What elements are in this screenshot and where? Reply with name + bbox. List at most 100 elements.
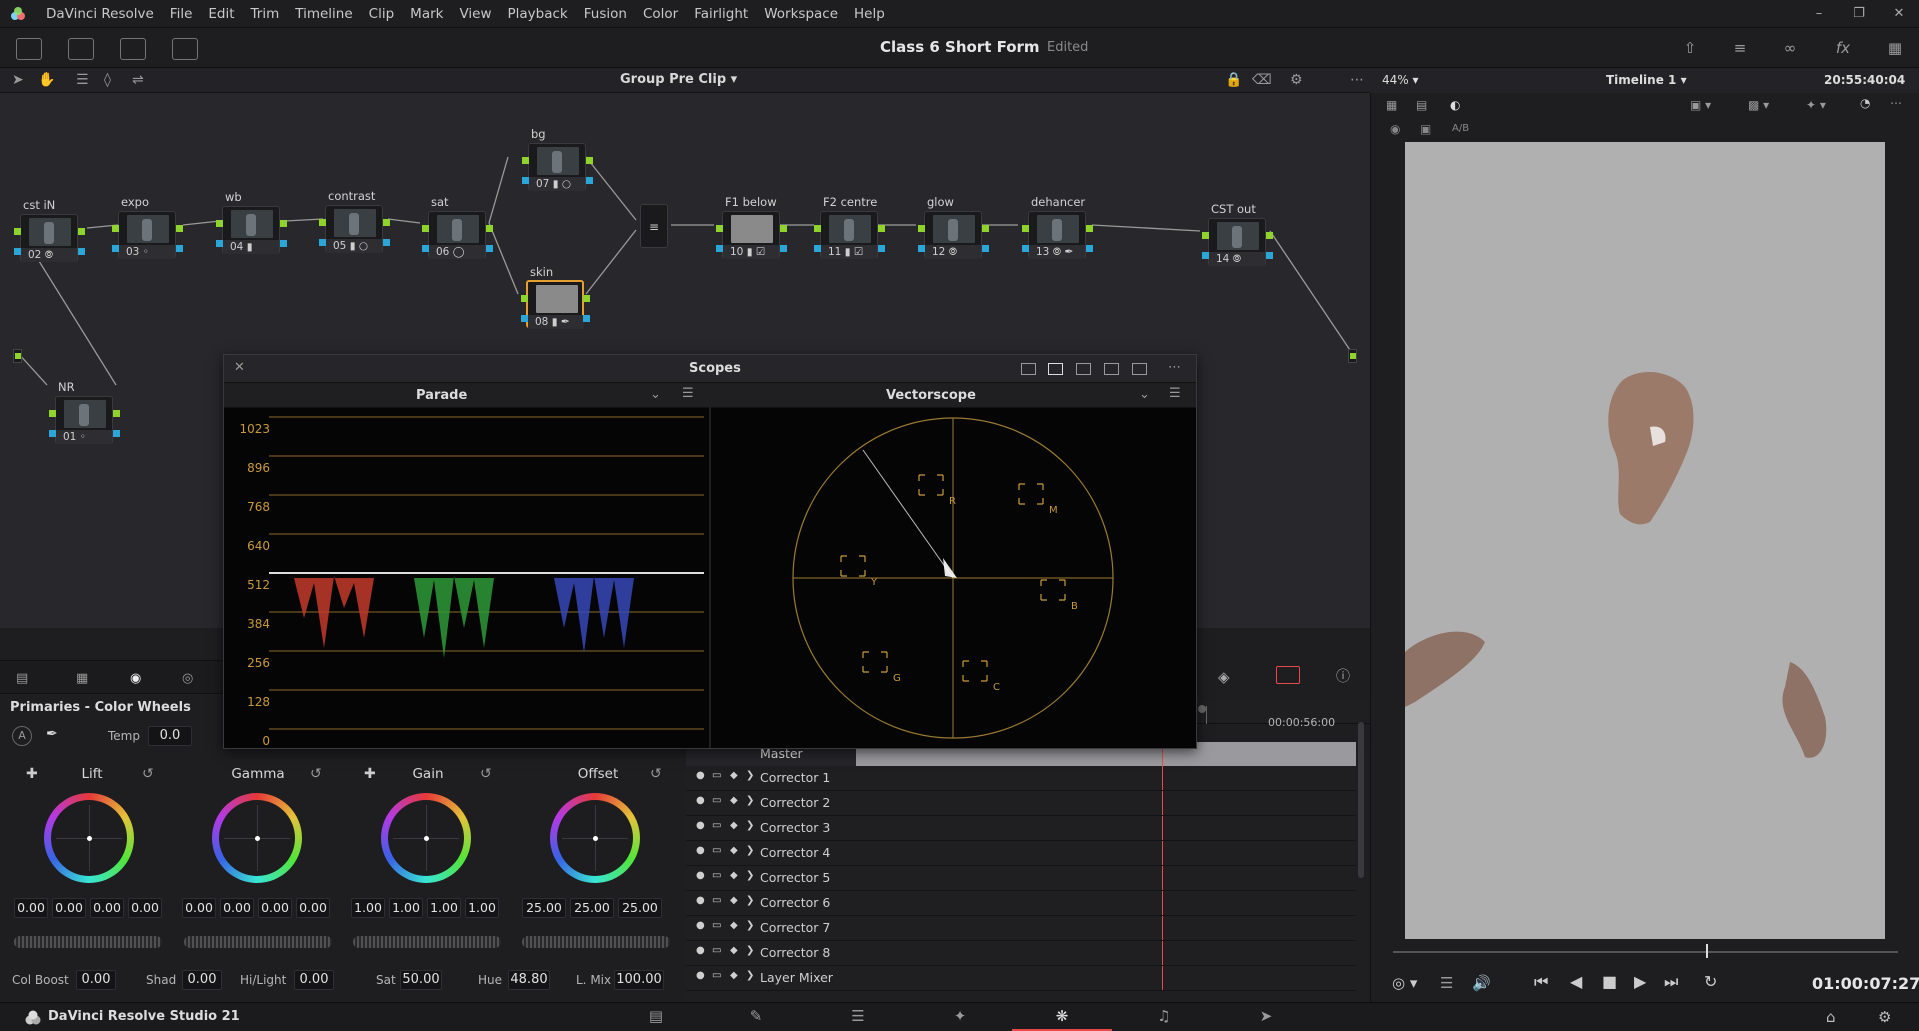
menu-trim[interactable]: Trim: [243, 6, 288, 22]
corrector-row[interactable]: ● ▭ ◆ ❯ Corrector 3: [686, 816, 1356, 841]
gamma-master-wheel[interactable]: [184, 936, 332, 948]
viewer-image[interactable]: [1405, 142, 1885, 939]
shad-field[interactable]: 0.00: [182, 970, 222, 990]
edit-page-icon[interactable]: ☰: [808, 1002, 908, 1031]
menu-app[interactable]: DaVinci Resolve: [38, 6, 162, 22]
node-glow[interactable]: glow 12 ⦾: [918, 195, 989, 259]
gain-picker-icon[interactable]: ✚: [364, 766, 376, 782]
gamma-wheel[interactable]: [212, 793, 302, 883]
menu-playback[interactable]: Playback: [500, 6, 576, 22]
gain-reset-icon[interactable]: ↺: [480, 766, 492, 782]
node-cst-in[interactable]: cst iN 02 ⦾: [14, 198, 85, 262]
corrector-row[interactable]: ● ▭ ◆ ❯ Corrector 6: [686, 891, 1356, 916]
mixer-icon[interactable]: ≡: [1730, 38, 1750, 58]
source-input[interactable]: [13, 349, 22, 363]
corrector-row[interactable]: ● ▭ ◆ ❯ Corrector 1: [686, 766, 1356, 791]
lift-g[interactable]: 0.00: [90, 898, 124, 918]
offset-r[interactable]: 25.00: [522, 898, 566, 918]
color-match-icon[interactable]: ▦: [76, 671, 94, 687]
viewer-layout-icon[interactable]: ▦: [1386, 98, 1397, 112]
node-f2-centre[interactable]: F2 centre 11 ▮ ☑: [814, 195, 885, 259]
scrub-handle[interactable]: [1706, 944, 1709, 958]
vectorscope-dropdown-icon[interactable]: ⌄: [1139, 387, 1150, 402]
corrector-row[interactable]: ● ▭ ◆ ❯ Corrector 7: [686, 916, 1356, 941]
gamma-r[interactable]: 0.00: [220, 898, 254, 918]
gamma-b[interactable]: 0.00: [296, 898, 330, 918]
layout-list-icon[interactable]: [1104, 363, 1119, 375]
timeline-selector[interactable]: Timeline 1 ▾: [1606, 73, 1687, 87]
gallery-icon[interactable]: [16, 38, 42, 60]
corrector-row[interactable]: ● ▭ ◆ ❯ Corrector 2: [686, 791, 1356, 816]
color-page-icon[interactable]: ❋: [1012, 1002, 1112, 1031]
viewer-display-icon[interactable]: ▩ ▾: [1748, 98, 1769, 112]
hdr-icon[interactable]: ◎: [182, 671, 200, 687]
menu-fusion[interactable]: Fusion: [576, 6, 635, 22]
shuffle-icon[interactable]: ⇌: [132, 72, 144, 88]
volume-icon[interactable]: 🔊: [1472, 974, 1491, 992]
gain-wheel[interactable]: [381, 793, 471, 883]
parade-settings-icon[interactable]: ☰: [682, 386, 694, 401]
hilight-field[interactable]: 0.00: [294, 970, 334, 990]
lift-reset-icon[interactable]: ↺: [142, 766, 154, 782]
node-expo[interactable]: expo 03 ◦: [112, 195, 183, 259]
viewer-grid-icon[interactable]: ▤: [1416, 98, 1427, 112]
color-wheels-icon[interactable]: ◉: [130, 671, 148, 687]
stop-icon[interactable]: ■: [1602, 972, 1617, 991]
lightbox-icon[interactable]: ▦: [1885, 38, 1905, 58]
layout-quad-icon[interactable]: [1076, 363, 1091, 375]
viewer-option-icon[interactable]: ▣ ▾: [1690, 98, 1711, 112]
picker-icon[interactable]: ✒: [46, 726, 58, 742]
lift-wheel[interactable]: [44, 793, 134, 883]
more-options-icon[interactable]: ⋯: [1350, 72, 1364, 88]
gain-master-wheel[interactable]: [353, 936, 501, 948]
vectorscope-settings-icon[interactable]: ☰: [1169, 386, 1181, 401]
lmix-field[interactable]: 100.00: [614, 970, 664, 990]
corrector-row[interactable]: ● ▭ ◆ ❯ Corrector 5: [686, 866, 1356, 891]
clips-icon[interactable]: [172, 38, 198, 60]
col-boost-field[interactable]: 0.00: [76, 970, 116, 990]
scopes-more-icon[interactable]: ⋯: [1168, 360, 1181, 375]
hand-icon[interactable]: ✋: [38, 72, 55, 88]
node-group-title[interactable]: Group Pre Clip ▾: [620, 72, 737, 87]
menu-file[interactable]: File: [162, 6, 201, 22]
share-icon[interactable]: ⇧: [1680, 38, 1700, 58]
node-wb[interactable]: wb 04 ▮: [216, 190, 287, 254]
home-icon[interactable]: ⌂: [1826, 1008, 1836, 1026]
keyframes-icon[interactable]: ◈: [1218, 668, 1230, 686]
menu-clip[interactable]: Clip: [361, 6, 403, 22]
media-pool-icon[interactable]: [120, 38, 146, 60]
offset-wheel[interactable]: [550, 793, 640, 883]
lift-master-wheel[interactable]: [14, 936, 162, 948]
nodes-icon[interactable]: ∞: [1780, 38, 1800, 58]
hue-field[interactable]: 48.80: [508, 970, 550, 990]
offset-b[interactable]: 25.00: [618, 898, 662, 918]
node-bg[interactable]: bg 07 ▮ ○: [522, 127, 593, 191]
node-view-icon[interactable]: ⚙: [1290, 72, 1303, 88]
settings-gear-icon[interactable]: ⚙: [1878, 1008, 1891, 1026]
fx-icon[interactable]: fx: [1833, 38, 1853, 58]
loop-icon[interactable]: ↻: [1704, 972, 1717, 991]
menu-view[interactable]: View: [451, 6, 499, 22]
offset-g[interactable]: 25.00: [570, 898, 614, 918]
keyframes-scrollbar[interactable]: [1358, 722, 1364, 878]
layers-icon[interactable]: ◊: [104, 72, 111, 88]
corrector-row[interactable]: ● ▭ ◆ ❯ Corrector 8: [686, 941, 1356, 966]
viewer-tools-icon[interactable]: ✦ ▾: [1806, 98, 1826, 112]
layers-stack-icon[interactable]: ☰: [1440, 974, 1453, 992]
node-skin-selected[interactable]: skin 08 ▮ ✒: [521, 265, 590, 329]
media-page-icon[interactable]: ▤: [606, 1002, 706, 1031]
camera-raw-icon[interactable]: ▤: [16, 671, 34, 687]
fusion-page-icon[interactable]: ✦: [910, 1002, 1010, 1031]
minimize-icon[interactable]: –: [1799, 0, 1839, 28]
node-cst-out[interactable]: CST out 14 ⦾: [1202, 202, 1273, 266]
gain-b[interactable]: 1.00: [465, 898, 499, 918]
mixer-node[interactable]: ≡: [640, 204, 668, 248]
close-scopes-icon[interactable]: ✕: [234, 360, 245, 375]
restore-icon[interactable]: ❐: [1839, 0, 1879, 28]
play-icon[interactable]: ▶: [1634, 972, 1646, 991]
parade-dropdown-icon[interactable]: ⌄: [650, 387, 661, 402]
node-contrast[interactable]: contrast 05 ▮ ○: [319, 189, 390, 253]
lift-r[interactable]: 0.00: [52, 898, 86, 918]
sat-field[interactable]: 50.00: [400, 970, 442, 990]
wipe-icon[interactable]: ◉: [1390, 122, 1400, 136]
